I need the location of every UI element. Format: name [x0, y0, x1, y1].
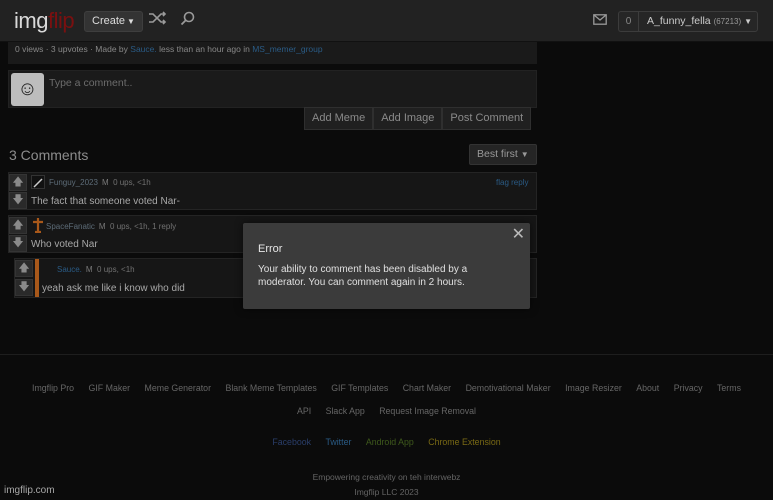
shuffle-icon[interactable]	[148, 11, 167, 29]
facebook-link[interactable]: Facebook	[272, 437, 311, 447]
stats-text: 0 views · 3 upvotes · Made by	[15, 44, 131, 54]
down-arrow-icon[interactable]: 🡇	[9, 235, 27, 252]
up-arrow-icon[interactable]: 🡅	[9, 174, 27, 191]
footer-tagline: Empowering creativity on teh interwebz	[312, 472, 461, 482]
comment-text: Who voted Nar	[31, 239, 98, 250]
comment-text: The fact that someone voted Nar-	[31, 196, 180, 207]
android-app-link[interactable]: Android App	[366, 437, 414, 447]
user-menu-button[interactable]: A_funny_fella (67213) ▼	[638, 11, 758, 32]
footer-divider	[0, 354, 773, 355]
create-menu-button[interactable]: Create ▼	[84, 11, 143, 32]
footer-links: Imgflip Pro GIF Maker Meme Generator Bla…	[10, 377, 763, 423]
down-arrow-icon[interactable]: 🡇	[9, 192, 27, 209]
caret-down-icon: ▼	[744, 17, 753, 26]
user-avatar[interactable]	[31, 175, 45, 189]
composer-actions: Add Meme Add Image Post Comment	[304, 107, 532, 130]
comment-input[interactable]: Type a comment..	[49, 77, 132, 89]
modal-message: Your ability to comment has been disable…	[258, 264, 468, 288]
comment-stats: 0 ups, <1h	[97, 265, 135, 274]
imgflip-watermark: imgflip.com	[4, 485, 55, 496]
footer-link[interactable]: Chart Maker	[403, 383, 451, 393]
caret-down-icon: ▼	[127, 17, 135, 26]
footer-app-links: Facebook Twitter Android App Chrome Exte…	[0, 437, 773, 447]
comment-stats: 0 ups, <1h, 1 reply	[110, 222, 177, 231]
footer-link[interactable]: Request Image Removal	[379, 406, 476, 416]
up-arrow-icon[interactable]: 🡅	[15, 260, 33, 277]
create-label: Create	[92, 15, 126, 27]
mod-badge: M	[85, 265, 93, 274]
post-comment-button[interactable]: Post Comment	[442, 107, 532, 130]
footer-link[interactable]: Demotivational Maker	[466, 383, 551, 393]
search-icon[interactable]	[180, 11, 195, 30]
comment-text: yeah ask me like i know who did	[42, 283, 185, 294]
error-modal: ✕ Error Your ability to comment has been…	[243, 223, 530, 309]
footer-link[interactable]: API	[297, 406, 311, 416]
comment-username[interactable]: Sauce.	[57, 265, 82, 274]
twitter-link[interactable]: Twitter	[325, 437, 351, 447]
chrome-extension-link[interactable]: Chrome Extension	[428, 437, 500, 447]
sort-label: Best first	[477, 148, 518, 160]
down-arrow-icon[interactable]: 🡇	[15, 279, 33, 296]
add-image-button[interactable]: Add Image	[373, 107, 443, 130]
footer-link[interactable]: Meme Generator	[145, 383, 212, 393]
comment-composer[interactable]: ☺ Type a comment..	[8, 70, 537, 108]
comments-count: 3 Comments	[9, 147, 89, 163]
comment-meta: Funguy_2023 M 0 ups, <1h	[49, 178, 151, 187]
logo-text-flip: flip	[47, 8, 75, 33]
flag-reply-link[interactable]: flag reply	[496, 178, 528, 187]
author-link[interactable]: Sauce.	[130, 44, 156, 54]
footer-tagline-block: Empowering creativity on teh interwebz I…	[0, 470, 773, 500]
caret-down-icon: ▼	[520, 150, 529, 159]
logo-text-img: img	[14, 8, 48, 33]
post-stats: 0 views · 3 upvotes · Made by Sauce. les…	[8, 42, 537, 64]
up-arrow-icon[interactable]: 🡅	[9, 217, 27, 234]
footer-link[interactable]: Blank Meme Templates	[225, 383, 316, 393]
imgflip-logo[interactable]: imgflip	[14, 8, 75, 34]
close-icon[interactable]: ✕	[512, 224, 525, 244]
footer-link[interactable]: Slack App	[326, 406, 365, 416]
reply-indicator	[35, 259, 39, 297]
sort-dropdown[interactable]: Best first ▼	[469, 144, 537, 165]
footer-link[interactable]: GIF Templates	[331, 383, 388, 393]
footer-link[interactable]: Image Resizer	[565, 383, 622, 393]
notification-count[interactable]: 0	[618, 11, 638, 32]
mod-badge: M	[101, 178, 109, 187]
comment-stats: 0 ups, <1h	[113, 178, 151, 187]
comment-meta: SpaceFanatic M 0 ups, <1h, 1 reply	[46, 222, 176, 231]
footer-link[interactable]: About	[636, 383, 659, 393]
top-navbar: imgflip Create ▼ 0 A_funny_fella (67213) ▼	[0, 0, 773, 42]
footer-link[interactable]: Terms	[717, 383, 741, 393]
footer-link[interactable]: Imgflip Pro	[32, 383, 74, 393]
stream-link[interactable]: MS_memer_group	[252, 44, 322, 54]
mod-badge: M	[98, 222, 106, 231]
modal-title: Error	[258, 243, 283, 255]
footer-link[interactable]: Privacy	[674, 383, 703, 393]
user-avatar[interactable]	[31, 217, 45, 234]
add-meme-button[interactable]: Add Meme	[304, 107, 374, 130]
mail-icon[interactable]	[593, 12, 607, 29]
username: A_funny_fella	[647, 15, 711, 27]
user-points: (67213)	[713, 17, 742, 26]
user-avatar: ☺	[11, 73, 44, 106]
footer-link[interactable]: GIF Maker	[89, 383, 131, 393]
stats-text-2: less than an hour ago in	[156, 44, 253, 54]
comment-username[interactable]: Funguy_2023	[49, 178, 98, 187]
comment-meta: Sauce. M 0 ups, <1h	[57, 265, 135, 274]
footer-copyright: Imgflip LLC 2023	[354, 487, 419, 497]
comment-item: 🡅 🡇 Funguy_2023 M 0 ups, <1h The fact tha…	[8, 172, 537, 210]
comment-username[interactable]: SpaceFanatic	[46, 222, 95, 231]
